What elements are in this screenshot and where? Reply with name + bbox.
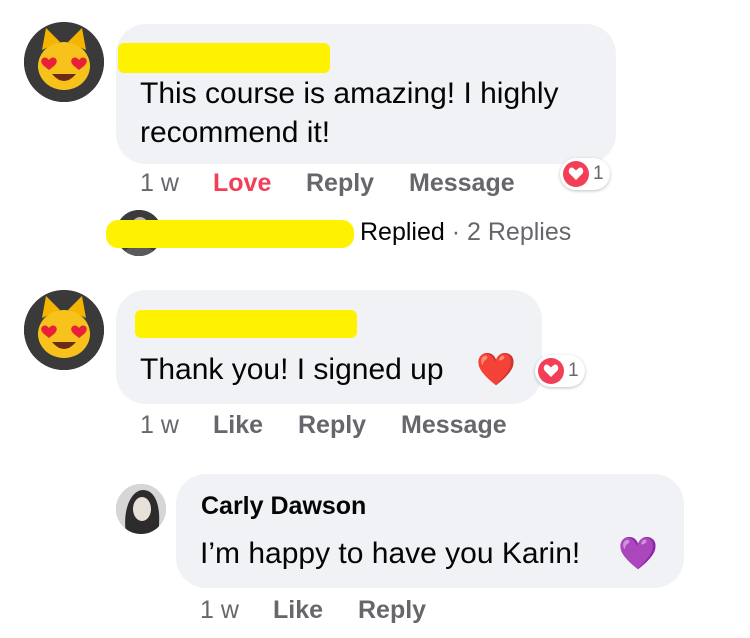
redacted-replier-name	[106, 220, 354, 248]
reply-author[interactable]: Carly Dawson	[201, 492, 366, 521]
reply-timestamp[interactable]: 1 w	[200, 596, 239, 625]
reaction-badge[interactable]: 1	[535, 355, 585, 387]
reply-button[interactable]: Reply	[358, 596, 426, 625]
reply-text: I’m happy to have you Karin!	[200, 537, 581, 570]
comment-text: Thank you! I signed up	[140, 353, 444, 386]
reply-button[interactable]: Reply	[298, 411, 366, 440]
comment-text-line: This course is amazing! I highly	[140, 77, 559, 110]
replies-count-link[interactable]: 2 Replies	[467, 218, 571, 246]
replies-summary[interactable]: Replied · 2 Replies	[360, 218, 571, 247]
comment-timestamp[interactable]: 1 w	[140, 411, 179, 440]
commenter-avatar[interactable]	[24, 22, 104, 102]
comment-timestamp[interactable]: 1 w	[140, 169, 179, 198]
redacted-author-name	[118, 43, 330, 73]
reaction-count: 1	[593, 163, 604, 184]
commenter-avatar[interactable]	[24, 290, 104, 370]
love-reaction-button[interactable]: Love	[213, 169, 271, 198]
message-button[interactable]: Message	[409, 169, 515, 198]
red-heart-emoji: ❤️	[476, 351, 516, 387]
heart-eyes-cat-icon	[24, 22, 104, 102]
reply-author-avatar[interactable]	[116, 484, 166, 534]
heart-icon	[563, 161, 589, 187]
reaction-badge[interactable]: 1	[560, 158, 610, 190]
separator-dot: ·	[451, 218, 461, 246]
reply-button[interactable]: Reply	[306, 169, 374, 198]
purple-heart-emoji: 💜	[618, 535, 658, 571]
heart-icon	[538, 358, 564, 384]
message-button[interactable]: Message	[401, 411, 507, 440]
like-button[interactable]: Like	[273, 596, 323, 625]
reaction-count: 1	[568, 360, 579, 381]
like-button[interactable]: Like	[213, 411, 263, 440]
redacted-author-name	[135, 310, 357, 338]
heart-eyes-cat-icon	[24, 290, 104, 370]
profile-photo-icon	[116, 484, 166, 534]
replied-label: Replied	[360, 218, 445, 246]
comment-text-line: recommend it!	[140, 116, 331, 149]
